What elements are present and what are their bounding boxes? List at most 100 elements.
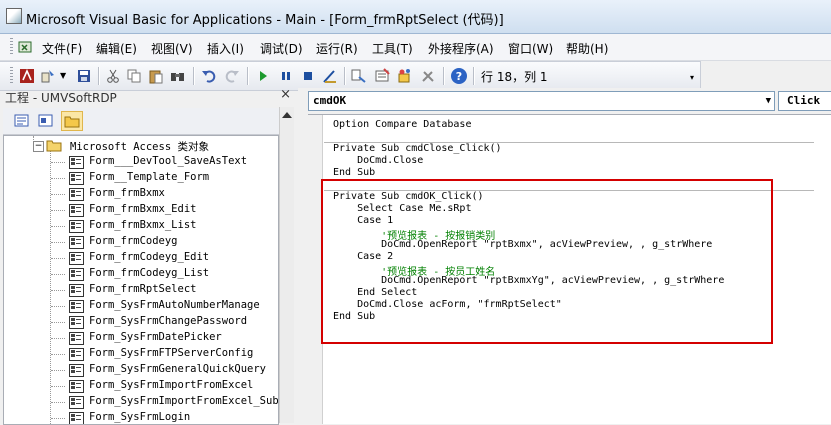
form-module-icon bbox=[69, 188, 84, 201]
cut-icon[interactable] bbox=[105, 68, 121, 84]
form-module-icon bbox=[69, 380, 84, 393]
tree-connector bbox=[51, 194, 65, 195]
form-module-icon bbox=[69, 364, 84, 377]
tree-connector bbox=[51, 258, 65, 259]
toolbox-icon[interactable] bbox=[420, 68, 436, 84]
project-tree: − Microsoft Access 类对象 Form___DevTool_Sa… bbox=[3, 135, 279, 425]
tree-item[interactable]: Form_SysFrmFTPServerConfig bbox=[89, 347, 253, 363]
form-module-icon bbox=[69, 268, 84, 281]
tree-item[interactable]: Form_frmCodeyg_Edit bbox=[89, 251, 209, 267]
tree-item[interactable]: Form_frmBxmx_Edit bbox=[89, 203, 196, 219]
menu-view[interactable]: 视图(V) bbox=[151, 40, 193, 57]
form-module-icon bbox=[69, 316, 84, 329]
tree-item[interactable]: Form___DevTool_SaveAsText bbox=[89, 155, 247, 171]
tree-item[interactable]: Form_SysFrmImportFromExcel bbox=[89, 379, 253, 395]
folder-icon bbox=[64, 116, 80, 128]
window-title: Microsoft Visual Basic for Applications … bbox=[26, 13, 504, 28]
undo-icon[interactable] bbox=[201, 68, 217, 84]
project-explorer-icon[interactable] bbox=[351, 68, 367, 84]
design-mode-icon[interactable] bbox=[322, 68, 338, 84]
menu-addins[interactable]: 外接程序(A) bbox=[428, 40, 494, 57]
tree-item[interactable]: Form_frmCodeyg_List bbox=[89, 267, 209, 283]
view-object-button[interactable] bbox=[35, 111, 57, 131]
form-module-icon bbox=[69, 204, 84, 217]
toggle-folders-button[interactable] bbox=[61, 111, 83, 131]
collapse-toggle[interactable]: − bbox=[33, 141, 44, 152]
object-dropdown[interactable]: cmdOK ▼ bbox=[308, 91, 775, 111]
menu-debug[interactable]: 调试(D) bbox=[260, 40, 303, 57]
view-object-icon bbox=[38, 114, 53, 127]
tree-connector bbox=[51, 290, 65, 291]
tree-item[interactable]: Form_frmRptSelect bbox=[89, 283, 196, 299]
redo-icon[interactable] bbox=[224, 68, 240, 84]
access-class-objects-folder[interactable]: Microsoft Access 类对象 bbox=[70, 139, 209, 155]
tree-connector bbox=[51, 370, 65, 371]
tree-item[interactable]: Form_SysFrmChangePassword bbox=[89, 315, 247, 331]
tree-item[interactable]: Form_frmBxmx bbox=[89, 187, 165, 203]
menu-tools[interactable]: 工具(T) bbox=[372, 40, 413, 57]
menu-bar: 文件(F) 编辑(E) 视图(V) 插入(I) 调试(D) 运行(R) 工具(T… bbox=[0, 34, 831, 61]
project-title: 工程 - UMVSoftRDP bbox=[5, 91, 117, 105]
view-code-icon bbox=[14, 114, 29, 127]
form-module-icon bbox=[69, 284, 84, 297]
code-line[interactable]: DoCmd.Close bbox=[333, 155, 423, 166]
run-icon[interactable] bbox=[255, 68, 271, 84]
code-line[interactable]: End Sub bbox=[333, 167, 375, 178]
object-browser-icon[interactable] bbox=[397, 68, 413, 84]
scroll-up-arrow[interactable] bbox=[282, 112, 292, 118]
class-folder-icon bbox=[46, 140, 62, 152]
reset-icon[interactable] bbox=[300, 68, 316, 84]
form-module-icon bbox=[69, 220, 84, 233]
properties-window-icon[interactable] bbox=[374, 68, 390, 84]
tree-item[interactable]: Form_SysFrmImportFromExcel_Sub bbox=[89, 395, 278, 411]
view-code-button[interactable] bbox=[11, 111, 33, 131]
save-icon[interactable] bbox=[76, 68, 92, 84]
help-icon[interactable]: ? bbox=[450, 67, 468, 85]
project-scrollbar[interactable] bbox=[279, 107, 294, 423]
tree-connector bbox=[51, 386, 65, 387]
tree-item[interactable]: Form__Template_Form bbox=[89, 171, 209, 187]
view-access-icon[interactable] bbox=[19, 68, 35, 84]
procedure-dropdown[interactable]: Click bbox=[778, 91, 831, 111]
close-project-pane-button[interactable]: × bbox=[280, 87, 291, 102]
paste-icon[interactable] bbox=[148, 68, 164, 84]
tree-connector bbox=[51, 306, 65, 307]
code-line[interactable]: Option Compare Database bbox=[333, 119, 471, 130]
menu-window[interactable]: 窗口(W) bbox=[508, 40, 553, 57]
menu-edit[interactable]: 编辑(E) bbox=[96, 40, 137, 57]
cursor-position: 行 18，列 1 bbox=[481, 70, 548, 84]
svg-text:?: ? bbox=[456, 70, 462, 83]
menu-run[interactable]: 运行(R) bbox=[316, 40, 358, 57]
tree-connector bbox=[51, 162, 65, 163]
toolbar-options-arrow[interactable]: ▾ bbox=[690, 73, 694, 82]
dropdown-arrow-icon[interactable]: ▼ bbox=[766, 96, 771, 106]
tree-connector bbox=[51, 210, 65, 211]
toolbar-grip[interactable] bbox=[10, 67, 13, 85]
form-module-icon bbox=[69, 236, 84, 249]
form-module-icon bbox=[69, 252, 84, 265]
form-module-icon bbox=[69, 348, 84, 361]
code-line[interactable]: Private Sub cmdClose_Click() bbox=[333, 143, 502, 154]
tree-connector bbox=[51, 274, 65, 275]
find-icon[interactable] bbox=[170, 68, 186, 84]
tree-item[interactable]: Form_SysFrmGeneralQuickQuery bbox=[89, 363, 266, 379]
form-module-icon bbox=[69, 396, 84, 409]
menu-insert[interactable]: 插入(I) bbox=[207, 40, 244, 57]
tree-connector bbox=[51, 402, 65, 403]
dropdown-arrow-icon[interactable]: ▼ bbox=[60, 71, 66, 80]
tree-connector bbox=[51, 322, 65, 323]
tree-connector bbox=[51, 178, 65, 179]
tree-item[interactable]: Form_SysFrmDatePicker bbox=[89, 331, 222, 347]
menu-help[interactable]: 帮助(H) bbox=[566, 40, 608, 57]
project-pane-title: 工程 - UMVSoftRDP × bbox=[3, 87, 293, 107]
procedure-dropdown-value: Click bbox=[787, 94, 821, 107]
copy-icon[interactable] bbox=[126, 68, 142, 84]
tree-item[interactable]: Form_frmCodeyg bbox=[89, 235, 178, 251]
tree-item[interactable]: Form_frmBxmx_List bbox=[89, 219, 196, 235]
insert-module-icon[interactable] bbox=[40, 68, 56, 84]
tree-item[interactable]: Form_SysFrmAutoNumberManage bbox=[89, 299, 260, 315]
excel-view-icon[interactable] bbox=[18, 40, 34, 54]
menu-grip[interactable] bbox=[10, 38, 13, 56]
break-icon[interactable] bbox=[278, 68, 294, 84]
menu-file[interactable]: 文件(F) bbox=[42, 40, 82, 57]
